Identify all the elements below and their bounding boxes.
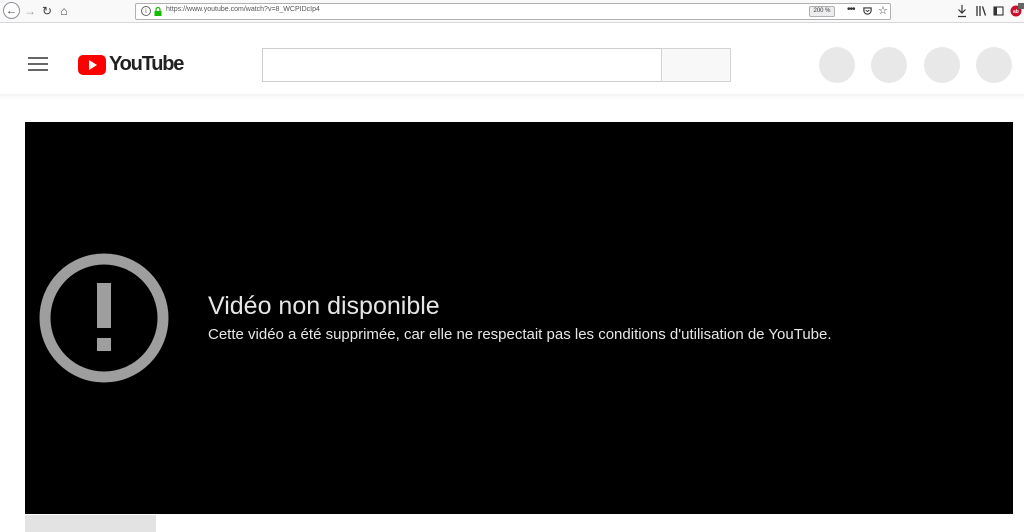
browser-toolbar: ← → ↻ ⌂ i https://www.youtube.com/watch?…	[0, 0, 1024, 23]
content-placeholder	[25, 515, 156, 532]
avatar-placeholder[interactable]	[819, 47, 855, 83]
alert-icon	[39, 253, 169, 383]
avatar-placeholder[interactable]	[924, 47, 960, 83]
info-icon[interactable]: i	[141, 6, 151, 16]
sidebar-icon[interactable]	[993, 4, 1004, 18]
library-icon[interactable]	[975, 4, 987, 18]
svg-text:ab: ab	[1013, 9, 1019, 15]
page-actions-icon[interactable]: •••	[847, 4, 855, 15]
avatar-placeholder[interactable]	[976, 47, 1012, 83]
search-button[interactable]	[661, 48, 731, 82]
error-message: Cette vidéo a été supprimée, car elle ne…	[208, 326, 832, 343]
download-icon[interactable]	[957, 4, 967, 18]
addon-icon[interactable]: ab	[1010, 3, 1024, 17]
bookmark-star-icon[interactable]: ☆	[878, 4, 888, 17]
search-input[interactable]	[262, 48, 662, 82]
youtube-masthead: YouTube	[0, 35, 1024, 95]
url-bar[interactable]: i https://www.youtube.com/watch?v=8_WCPI…	[135, 3, 891, 20]
error-title: Vidéo non disponible	[208, 292, 440, 320]
youtube-wordmark: YouTube	[109, 53, 184, 75]
lock-icon	[154, 7, 162, 16]
video-player[interactable]: Vidéo non disponible Cette vidéo a été s…	[25, 122, 1013, 514]
pocket-icon[interactable]	[863, 7, 872, 16]
url-text[interactable]: https://www.youtube.com/watch?v=8_WCPIDc…	[166, 6, 320, 13]
zoom-level-badge[interactable]: 200 %	[809, 6, 835, 17]
youtube-play-icon	[78, 54, 106, 75]
avatar-placeholder[interactable]	[871, 47, 907, 83]
home-icon[interactable]: ⌂	[56, 3, 72, 19]
menu-icon[interactable]	[28, 57, 48, 73]
masthead-shadow	[0, 94, 1024, 100]
back-icon[interactable]: ←	[3, 2, 20, 19]
youtube-logo[interactable]: YouTube	[78, 53, 184, 76]
reload-icon[interactable]: ↻	[39, 3, 55, 19]
forward-icon[interactable]: →	[22, 3, 38, 19]
